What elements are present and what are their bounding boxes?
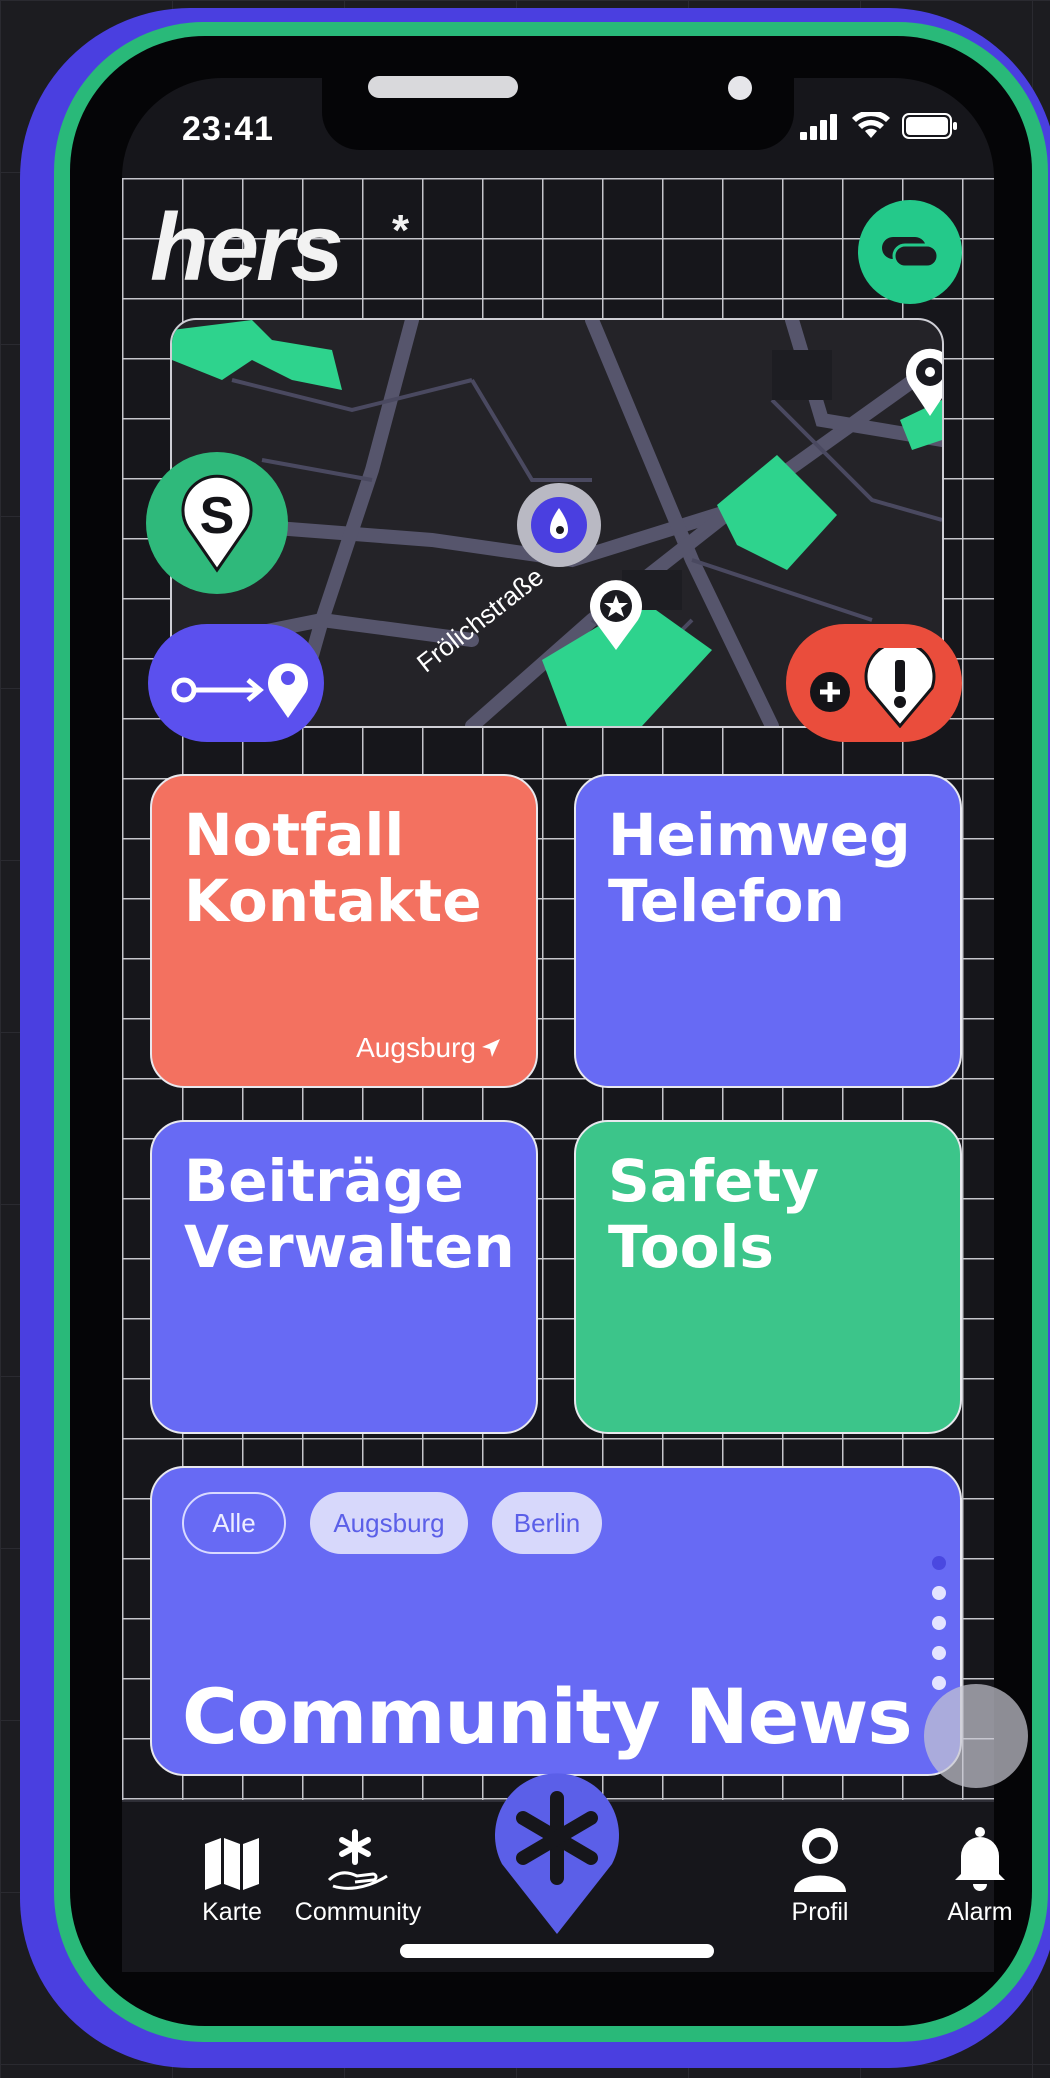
route-button[interactable] bbox=[148, 624, 324, 742]
filter-chip-augsburg[interactable]: Augsburg bbox=[310, 1492, 468, 1554]
location-arrow-icon bbox=[482, 1039, 500, 1057]
map-icon bbox=[205, 1838, 259, 1890]
wifi-icon bbox=[852, 112, 890, 138]
tab-label: Community bbox=[294, 1898, 422, 1926]
toggle-icon bbox=[882, 237, 940, 269]
signal-icon bbox=[800, 114, 837, 140]
tab-label: Karte bbox=[202, 1898, 262, 1926]
manage-posts-tile[interactable]: Beiträge Verwalten bbox=[150, 1120, 538, 1434]
tab-community[interactable]: Community bbox=[288, 1822, 428, 1927]
city-label: Augsburg bbox=[356, 1032, 476, 1063]
home-indicator[interactable] bbox=[400, 1944, 714, 1958]
tile-title: Beiträge Verwalten bbox=[184, 1147, 515, 1282]
speaker bbox=[368, 76, 518, 98]
tile-title: Notfall Kontakte bbox=[184, 801, 482, 936]
filter-chip-berlin[interactable]: Berlin bbox=[492, 1492, 602, 1554]
tab-karte[interactable]: Karte bbox=[162, 1822, 302, 1927]
way-home-phone-tile[interactable]: Heimweg Telefon bbox=[574, 774, 962, 1088]
community-icon bbox=[327, 1829, 388, 1890]
emergency-contacts-tile[interactable]: Notfall Kontakte Augsburg bbox=[150, 774, 538, 1088]
tile-title: Heimweg Telefon bbox=[608, 801, 911, 936]
current-location-marker[interactable] bbox=[514, 480, 604, 570]
pagination-dot[interactable] bbox=[932, 1556, 946, 1570]
front-camera bbox=[728, 76, 752, 100]
status-time: 23:41 bbox=[182, 110, 274, 148]
status-icons bbox=[800, 112, 958, 140]
filter-chip-all[interactable]: Alle bbox=[182, 1492, 286, 1554]
logo-asterisk: * bbox=[392, 206, 410, 255]
safe-spot-letter: S bbox=[199, 487, 235, 545]
profile-icon bbox=[794, 1828, 846, 1892]
tab-label: Profil bbox=[791, 1898, 849, 1926]
tab-center-action[interactable] bbox=[488, 1768, 626, 1936]
poi-marker[interactable] bbox=[904, 346, 944, 418]
safety-tools-tile[interactable]: Safety Tools bbox=[574, 1120, 962, 1434]
pagination-dot[interactable] bbox=[932, 1616, 946, 1630]
asterisk-center-icon bbox=[495, 1773, 619, 1934]
report-incident-button[interactable] bbox=[786, 624, 962, 742]
pagination-dots bbox=[932, 1556, 946, 1690]
pagination-dot[interactable] bbox=[932, 1646, 946, 1660]
tile-title: Safety Tools bbox=[608, 1147, 820, 1282]
pagination-dot[interactable] bbox=[932, 1676, 946, 1690]
city-indicator: Augsburg bbox=[356, 1032, 502, 1064]
tab-label: Alarm bbox=[947, 1898, 1013, 1926]
add-report-icon bbox=[810, 648, 936, 728]
tab-alarm[interactable]: Alarm bbox=[910, 1822, 1050, 1927]
app-logo: hers bbox=[150, 194, 344, 301]
community-news-card[interactable]: Alle Augsburg Berlin Community News bbox=[150, 1466, 962, 1776]
safe-spot-button[interactable]: S bbox=[146, 452, 288, 594]
news-title: Community News bbox=[182, 1672, 913, 1761]
police-station-marker[interactable] bbox=[586, 578, 646, 652]
toggle-mode-button[interactable] bbox=[858, 200, 962, 304]
pagination-dot[interactable] bbox=[932, 1586, 946, 1600]
battery-icon bbox=[902, 113, 957, 139]
tab-profil[interactable]: Profil bbox=[750, 1822, 890, 1927]
bell-icon bbox=[955, 1827, 1005, 1891]
route-icon bbox=[171, 663, 308, 718]
scroll-handle[interactable] bbox=[924, 1684, 1028, 1788]
